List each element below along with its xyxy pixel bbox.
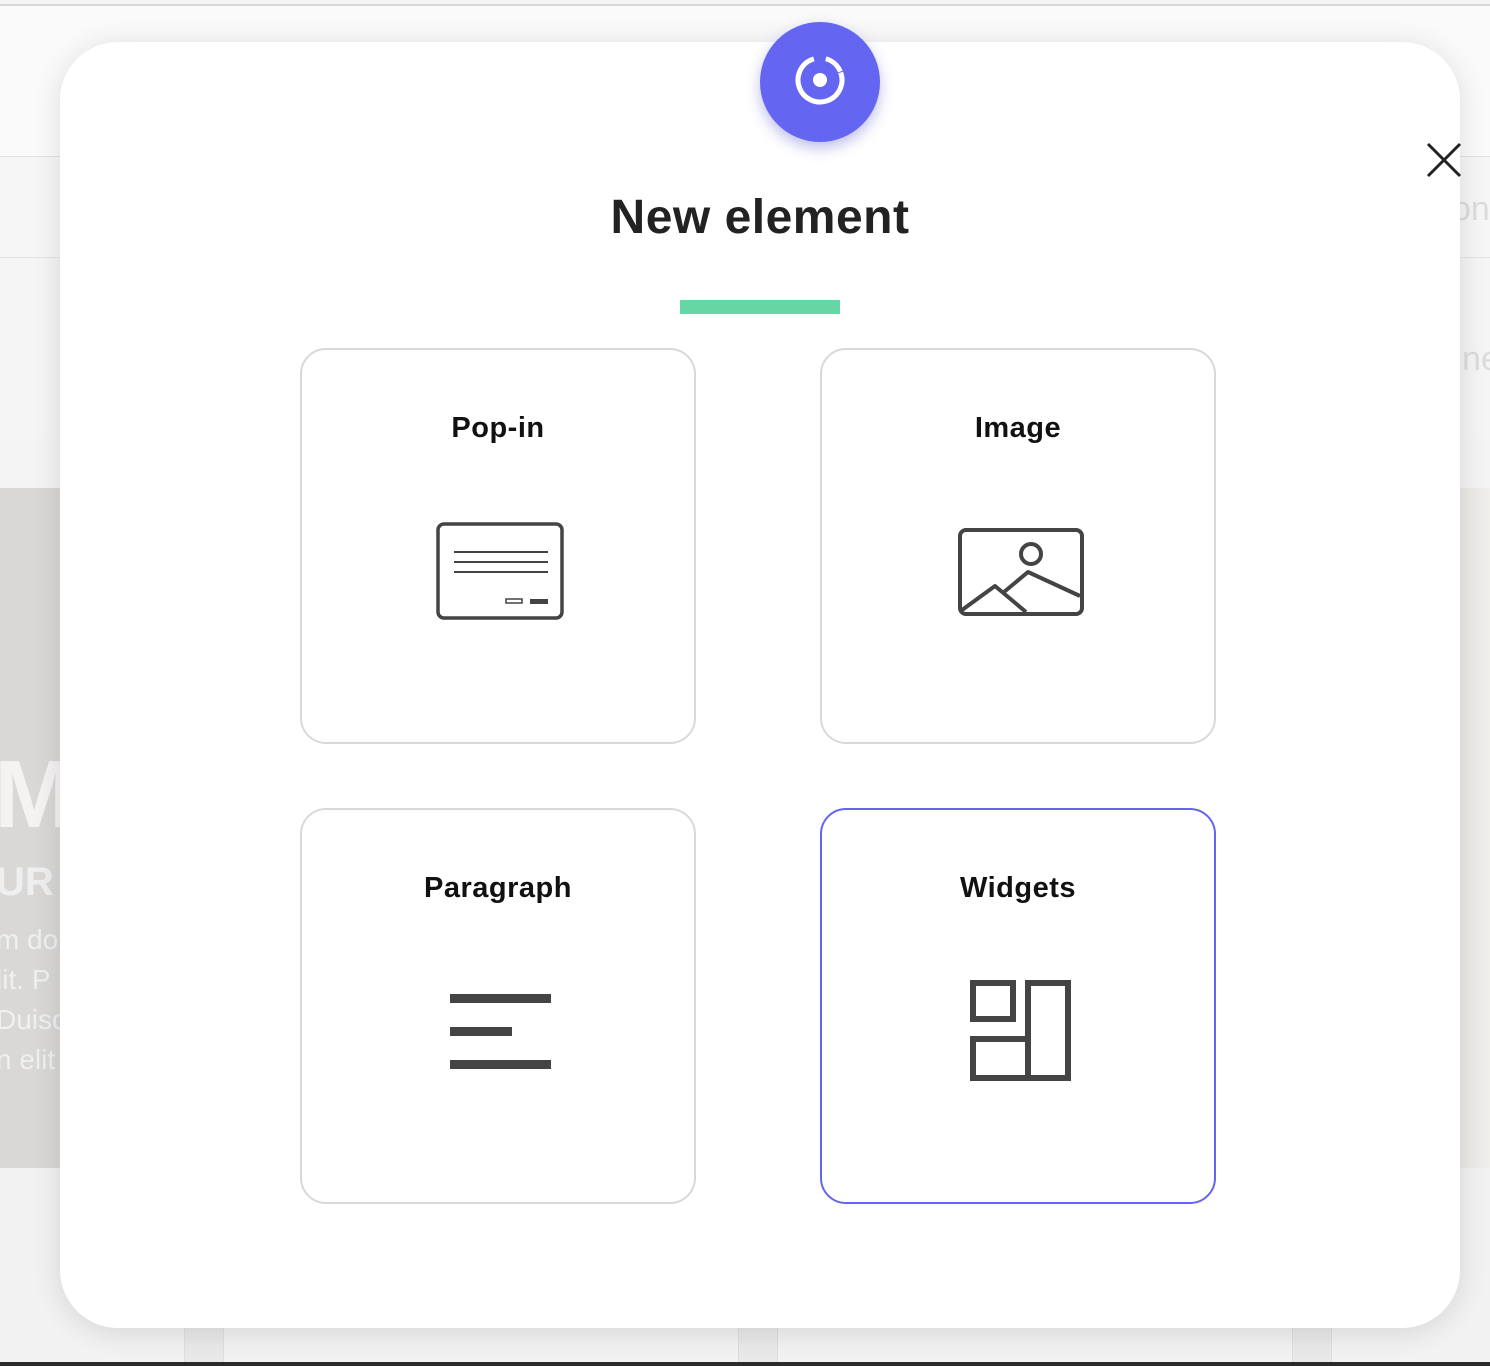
dialog-badge [760,22,880,142]
option-label: Widgets [959,872,1077,904]
background-fragment: ne [1462,340,1490,378]
option-label: Pop-in [451,412,545,444]
background-card [1292,1328,1332,1366]
background-card [184,1328,224,1366]
option-popin[interactable]: Pop-in [300,348,696,744]
target-icon [792,52,848,113]
hero-subheading: UR [0,860,54,904]
widgets-icon [970,980,1072,1087]
option-widgets[interactable]: Widgets [820,808,1216,1204]
option-paragraph[interactable]: Paragraph [300,808,696,1204]
background-card [738,1328,778,1366]
hero-text-line: Duisq [0,1004,68,1035]
image-icon [958,528,1084,621]
bottom-border [0,1362,1490,1366]
title-underline [680,300,840,314]
option-label: Paragraph [424,872,572,904]
new-element-dialog: New element Pop-in Image Paragraph Widge… [60,22,1462,1328]
paragraph-icon [450,992,552,1077]
hero-text-line: lit. P [0,964,51,995]
hero-text-line: n elit [0,1044,56,1075]
option-image[interactable]: Image [820,348,1216,744]
close-button[interactable] [1422,140,1466,184]
close-icon [1426,142,1462,183]
hero-text-line: m do [0,924,59,955]
dialog-title: New element [610,191,910,244]
popin-icon [436,522,564,625]
option-label: Image [974,412,1062,444]
